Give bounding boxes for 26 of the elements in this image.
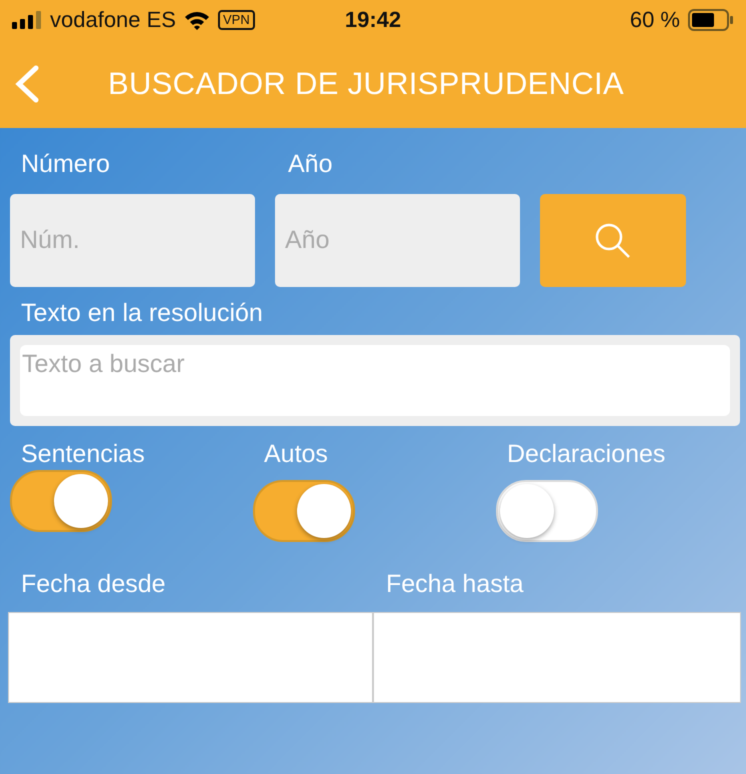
field-label: Fecha hasta — [385, 570, 525, 598]
carrier-name: vodafone ES — [50, 7, 176, 33]
field-label: Número — [20, 150, 111, 178]
toggle-label: Declaraciones — [506, 440, 666, 468]
clock-time: 19:42 — [344, 7, 402, 33]
year-field[interactable]: Año — [275, 194, 520, 287]
search-icon — [594, 222, 632, 260]
toggle-label: Sentencias — [20, 440, 146, 468]
signal-icon — [12, 11, 42, 29]
number-field[interactable]: Núm. — [10, 194, 255, 287]
battery-percent: 60 % — [630, 7, 680, 33]
wifi-icon — [184, 10, 210, 30]
toggle-label: Autos — [263, 440, 329, 468]
date-field[interactable] — [8, 612, 373, 703]
text-field[interactable]: Texto a buscar — [10, 335, 740, 426]
field-label: Año — [287, 150, 334, 178]
date-field[interactable] — [373, 612, 741, 703]
screen-title: BUSCADOR DE JURISPRUDENCIA — [108, 66, 624, 102]
field-label: Texto en la resolución — [20, 299, 264, 327]
search-button[interactable] — [540, 194, 686, 287]
toggle-switch[interactable] — [10, 470, 112, 532]
field-label: Fecha desde — [20, 570, 167, 598]
toggle-switch[interactable] — [253, 480, 355, 542]
back-icon — [14, 65, 40, 103]
battery-icon — [688, 9, 734, 31]
vpn-badge: VPN — [218, 10, 255, 30]
